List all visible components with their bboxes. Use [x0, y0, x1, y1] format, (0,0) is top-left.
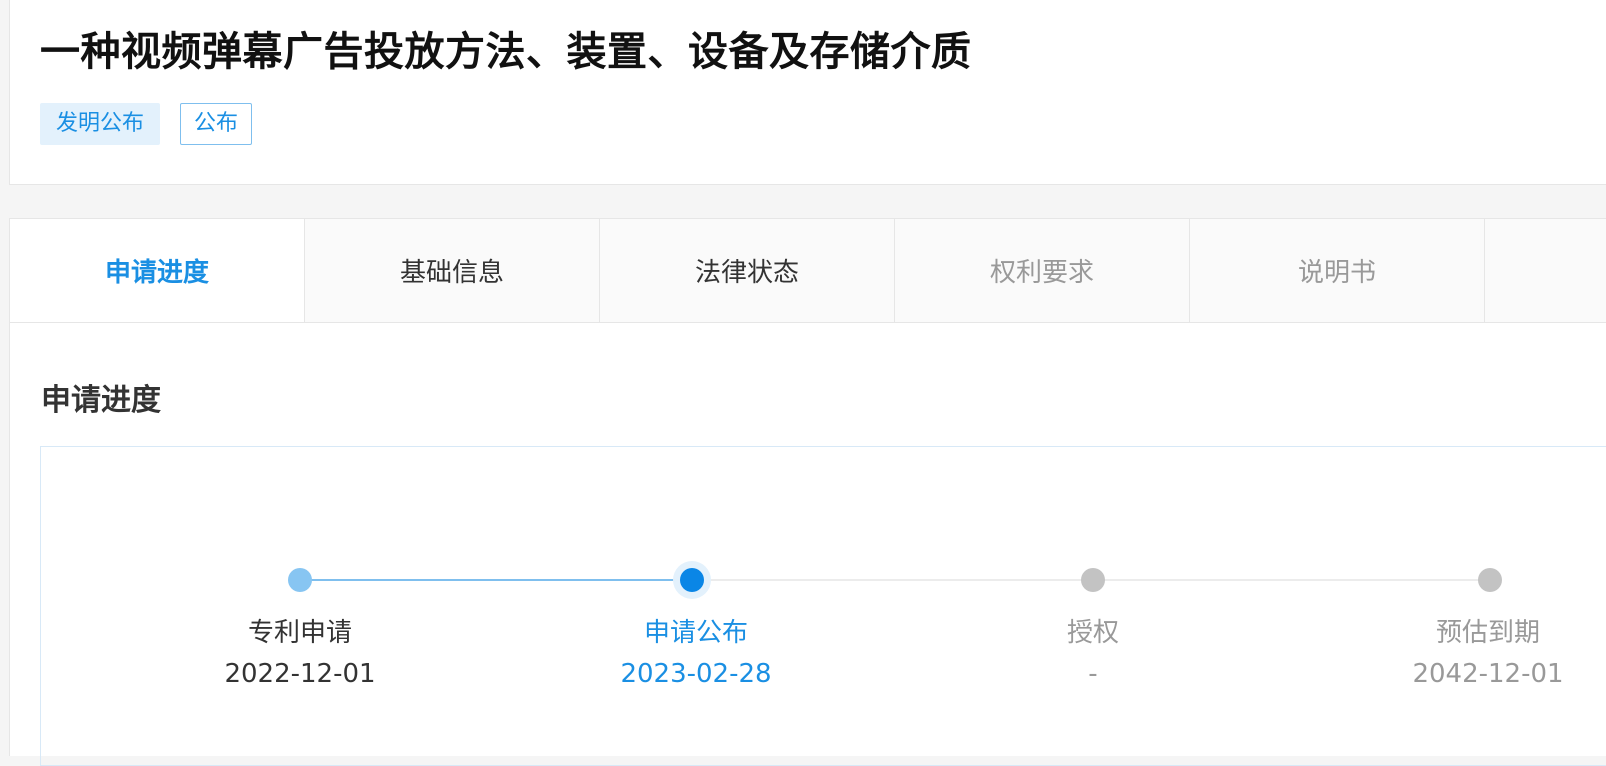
progress-panel: 申请进度 专利申请 2022-12-01 申请公布 2023-02-28 授权 …: [9, 323, 1606, 766]
step-dot-filing: [288, 568, 312, 592]
step-date-grant: -: [1088, 659, 1098, 689]
progress-timeline: 专利申请 2022-12-01 申请公布 2023-02-28 授权 - 预估到…: [40, 446, 1606, 766]
tab-application-progress[interactable]: 申请进度: [10, 219, 305, 322]
tab-basic-info[interactable]: 基础信息: [305, 219, 600, 322]
status-badge: 公布: [180, 103, 253, 145]
step-label-expiry: 预估到期: [1435, 618, 1540, 648]
type-badge: 发明公布: [40, 103, 161, 145]
step-dot-publication: [680, 568, 704, 592]
step-date-publication: 2023-02-28: [620, 659, 772, 689]
step-label-grant: 授权: [1066, 618, 1119, 648]
tab-description[interactable]: 说明书: [1190, 219, 1485, 322]
tab-legal-status[interactable]: 法律状态: [600, 219, 895, 322]
step-dot-grant: [1081, 568, 1105, 592]
timeline-track-done: [299, 579, 692, 581]
patent-title: 一种视频弹幕广告投放方法、装置、设备及存储介质: [40, 29, 972, 75]
tab-claims[interactable]: 权利要求: [895, 219, 1190, 322]
detail-tabs: 申请进度 基础信息 法律状态 权利要求 说明书: [9, 218, 1606, 323]
step-label-filing: 专利申请: [247, 618, 352, 648]
status-tags: 发明公布 公布: [40, 103, 253, 145]
step-date-filing: 2022-12-01: [224, 659, 376, 689]
patent-header-card: 一种视频弹幕广告投放方法、装置、设备及存储介质 发明公布 公布: [9, 0, 1606, 185]
step-dot-expiry: [1478, 568, 1502, 592]
section-title: 申请进度: [41, 383, 161, 418]
step-date-expiry: 2042-12-01: [1412, 659, 1564, 689]
step-label-publication: 申请公布: [643, 618, 748, 648]
